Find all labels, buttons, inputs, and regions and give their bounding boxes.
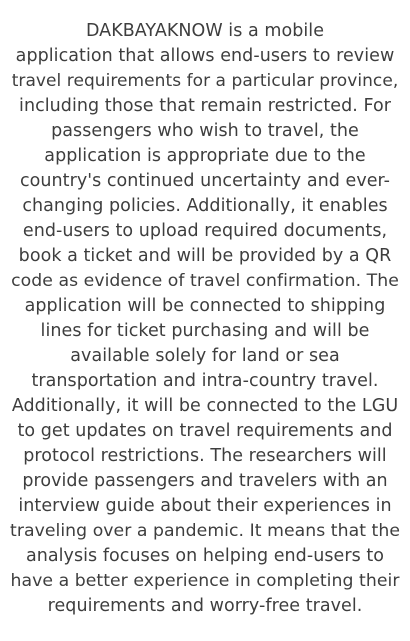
- description-line: code as evidence of travel confirmation.…: [11, 271, 399, 291]
- description-line: application will be connected to shippin…: [24, 296, 386, 316]
- description-line: traveling over a pandemic. It means that…: [10, 521, 401, 541]
- description-line: requirements and worry-free travel.: [47, 596, 363, 616]
- description-line: including those that remain restricted. …: [19, 96, 391, 116]
- description-line: available solely for land or sea: [70, 346, 340, 366]
- description-line: have a better experience in completing t…: [10, 571, 400, 591]
- description-line: Additionally, it will be connected to th…: [11, 396, 399, 416]
- description-line: DAKBAYAKNOW is a mobile: [85, 21, 325, 41]
- description-line: book a ticket and will be provided by a …: [18, 246, 392, 266]
- description-line: country's continued uncertainty and ever…: [19, 171, 391, 191]
- description-line: passengers who wish to travel, the: [51, 121, 359, 141]
- description-line: transportation and intra-country travel.: [31, 371, 379, 391]
- description-line: analysis focuses on helping end-users to: [25, 546, 385, 566]
- description-line: protocol restrictions. The researchers w…: [23, 446, 387, 466]
- description-line: application is appropriate due to the: [44, 146, 366, 166]
- description-line: travel requirements for a particular pro…: [11, 71, 399, 91]
- description-line: application that allows end-users to rev…: [15, 46, 395, 66]
- description-line: provide passengers and travelers with an: [22, 471, 388, 491]
- description-paragraph: DAKBAYAKNOW is a mobile application that…: [10, 19, 400, 619]
- description-line: lines for ticket purchasing and will be: [40, 321, 370, 341]
- description-line: changing policies. Additionally, it enab…: [22, 196, 388, 216]
- description-line: end-users to upload required documents,: [22, 221, 388, 241]
- description-line: to get updates on travel requirements an…: [17, 421, 393, 441]
- description-line: interview guide about their experiences …: [18, 496, 392, 516]
